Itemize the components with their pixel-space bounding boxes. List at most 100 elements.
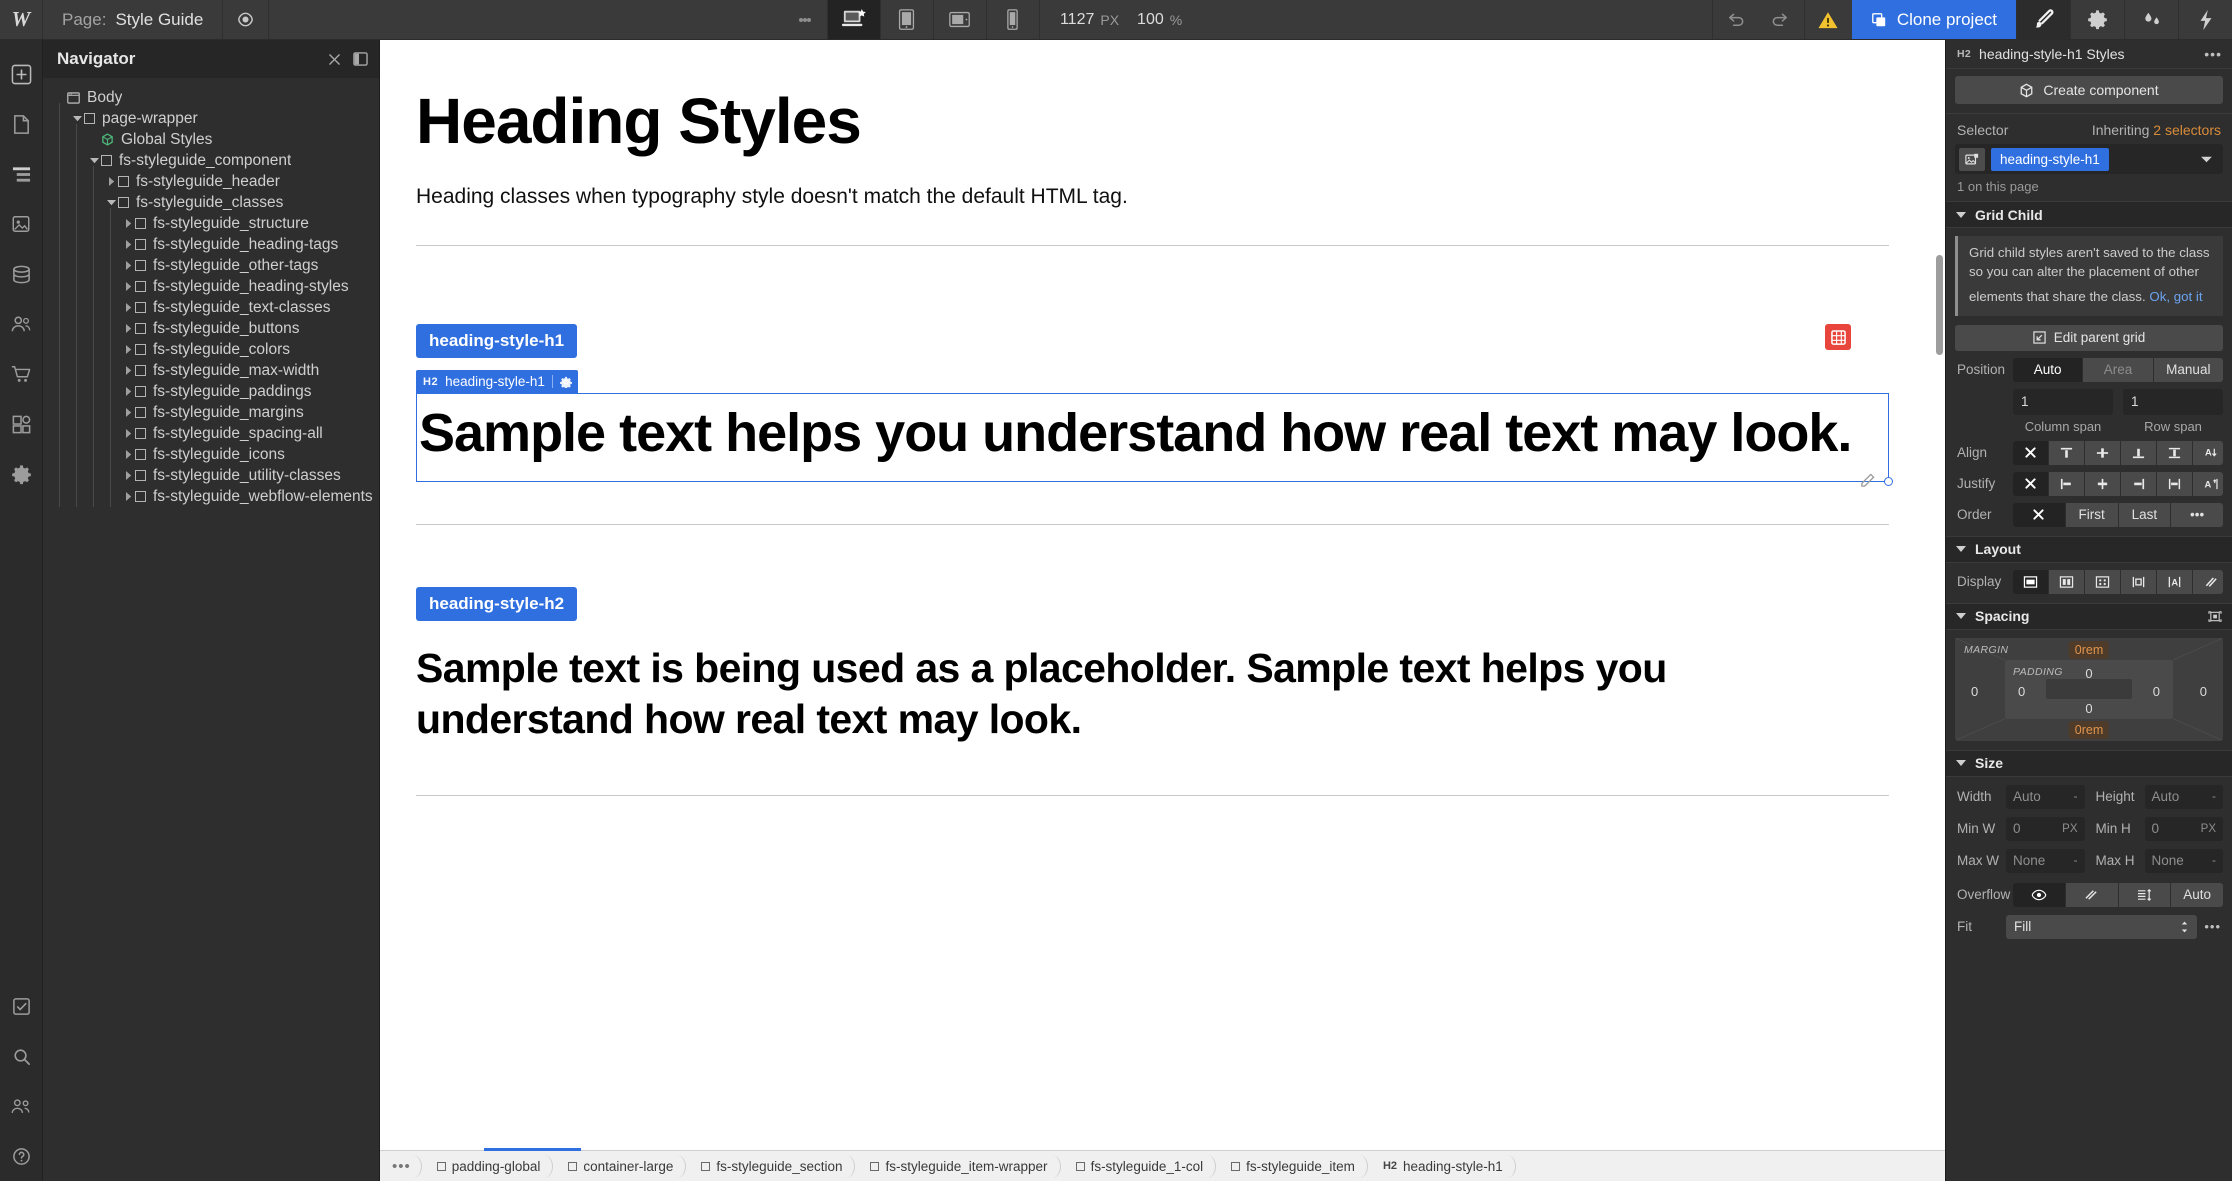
display-option-inline[interactable]: A — [2157, 569, 2193, 594]
element-icon[interactable] — [1959, 147, 1985, 171]
chevron-right-icon[interactable] — [121, 261, 135, 270]
create-component-button[interactable]: Create component — [1955, 76, 2223, 104]
align-option-none[interactable] — [2013, 440, 2049, 465]
canvas-scrollbar[interactable] — [1936, 255, 1943, 355]
undo-button[interactable] — [1711, 0, 1758, 39]
chevron-right-icon[interactable] — [121, 303, 135, 312]
cms-icon[interactable] — [0, 249, 43, 299]
margin-top-value[interactable]: 0rem — [2068, 640, 2110, 659]
chevron-down-icon[interactable] — [70, 115, 84, 122]
position-segmented-control[interactable]: Auto Area Manual — [2013, 357, 2223, 382]
display-option-flex[interactable] — [2049, 569, 2085, 594]
chevron-right-icon[interactable] — [121, 324, 135, 333]
grid-badge[interactable] — [1825, 324, 1851, 351]
justify-option-start[interactable] — [2049, 471, 2085, 496]
spacing-widget[interactable]: MARGIN PADDING 0rem 0rem 0 0 0 0 0 0 — [1955, 637, 2223, 741]
chevron-right-icon[interactable] — [121, 450, 135, 459]
max-width-input[interactable]: None - — [2006, 848, 2085, 873]
help-icon[interactable] — [0, 1131, 43, 1181]
align-segmented-control[interactable]: A — [2013, 440, 2223, 465]
overflow-option-auto[interactable]: Auto — [2171, 882, 2223, 907]
navigator-icon[interactable] — [0, 149, 43, 199]
resize-handle[interactable] — [1884, 476, 1893, 486]
page-selector[interactable]: Page: Style Guide — [43, 0, 224, 39]
warnings-button[interactable] — [1803, 0, 1852, 39]
tree-node[interactable]: page-wrapper — [43, 103, 379, 134]
section-size[interactable]: Size — [1946, 749, 2232, 777]
chevron-right-icon[interactable] — [121, 471, 135, 480]
overflow-option-hidden[interactable] — [2065, 882, 2119, 907]
display-option-grid[interactable] — [2085, 569, 2121, 594]
users-icon[interactable] — [0, 299, 43, 349]
tree-node[interactable]: fs-styleguide_webflow-elements — [43, 481, 379, 507]
margin-left-value[interactable]: 0 — [1971, 684, 1978, 699]
breadcrumb-item-selected[interactable]: H2 heading-style-h1 — [1367, 1151, 1516, 1181]
chevron-down-icon[interactable] — [104, 199, 118, 206]
chevron-right-icon[interactable] — [121, 429, 135, 438]
assets-icon[interactable] — [0, 199, 43, 249]
style-panel-tab[interactable] — [2016, 0, 2070, 39]
breadcrumb-item[interactable]: container-large — [552, 1151, 687, 1181]
margin-bottom-value[interactable]: 0rem — [2068, 720, 2110, 739]
breadcrumb-item[interactable]: fs-styleguide_1-col — [1060, 1151, 1216, 1181]
chevron-right-icon[interactable] — [121, 240, 135, 249]
more-horizontal-icon[interactable]: ••• — [2204, 919, 2223, 934]
gear-icon[interactable] — [559, 376, 572, 388]
padding-top-value[interactable]: 0 — [2085, 666, 2092, 681]
breadcrumb-item[interactable]: fs-styleguide_item — [1215, 1151, 1368, 1181]
chevron-right-icon[interactable] — [104, 177, 118, 186]
section-layout[interactable]: Layout — [1946, 535, 2232, 563]
close-icon[interactable] — [328, 53, 341, 66]
settings-panel-tab[interactable] — [2070, 0, 2124, 39]
chevron-right-icon[interactable] — [121, 219, 135, 228]
chevron-down-icon[interactable] — [2200, 155, 2219, 164]
padding-left-value[interactable]: 0 — [2018, 684, 2025, 699]
overflow-option-visible[interactable] — [2013, 882, 2066, 907]
breakpoint-tablet[interactable] — [879, 0, 933, 39]
viewport-zoom-display[interactable]: 1127 PX 100 % — [1038, 0, 1198, 39]
webflow-logo[interactable]: W — [0, 0, 43, 39]
class-pill-h1[interactable]: heading-style-h1 — [416, 324, 578, 359]
padding-bottom-value[interactable]: 0 — [2085, 701, 2092, 716]
redo-button[interactable] — [1758, 0, 1804, 39]
chevron-down-icon[interactable] — [87, 157, 101, 164]
chevron-right-icon[interactable] — [121, 387, 135, 396]
toolbar-more-button[interactable] — [783, 0, 827, 39]
breadcrumb-item[interactable]: fs-styleguide_section — [685, 1151, 856, 1181]
pencil-icon[interactable] — [1860, 473, 1875, 488]
selected-element-box[interactable]: Sample text helps you understand how rea… — [416, 393, 1893, 486]
chevron-right-icon[interactable] — [121, 408, 135, 417]
max-height-input[interactable]: None - — [2144, 848, 2223, 873]
search-icon[interactable] — [0, 1031, 43, 1081]
quick-actions-tab[interactable] — [2178, 0, 2232, 39]
align-option-stretch[interactable] — [2157, 440, 2193, 465]
overflow-segmented-control[interactable]: Auto — [2013, 882, 2223, 907]
ecommerce-icon[interactable] — [0, 349, 43, 399]
order-option-first[interactable]: First — [2065, 502, 2119, 527]
add-element-icon[interactable] — [0, 49, 43, 99]
design-canvas[interactable]: Heading Styles Heading classes when typo… — [380, 40, 1945, 1181]
order-option-last[interactable]: Last — [2118, 502, 2172, 527]
selector-chip[interactable]: heading-style-h1 — [1991, 147, 2109, 171]
justify-option-baseline[interactable]: A — [2193, 471, 2223, 496]
position-option-auto[interactable]: Auto — [2013, 357, 2084, 382]
order-option-more[interactable]: ••• — [2171, 502, 2223, 527]
order-option-none[interactable] — [2013, 502, 2066, 527]
chevron-right-icon[interactable] — [121, 366, 135, 375]
components-icon[interactable] — [0, 399, 43, 449]
breadcrumb-item[interactable]: padding-global — [421, 1151, 553, 1181]
people-icon[interactable] — [0, 1081, 43, 1131]
chevron-right-icon[interactable] — [121, 345, 135, 354]
edit-parent-grid-button[interactable]: Edit parent grid — [1955, 324, 2223, 351]
align-option-start[interactable] — [2049, 440, 2085, 465]
display-option-none[interactable] — [2193, 569, 2223, 594]
display-option-block[interactable] — [2013, 569, 2049, 594]
inheriting-label[interactable]: Inheriting 2 selectors — [2092, 122, 2221, 138]
tree-node[interactable]: Global Styles — [43, 124, 379, 155]
padding-right-value[interactable]: 0 — [2153, 684, 2160, 699]
breakpoint-desktop-large[interactable] — [826, 0, 880, 39]
display-segmented-control[interactable]: A — [2013, 569, 2223, 594]
fit-select[interactable]: Fill — [2006, 914, 2198, 939]
tree-node[interactable]: Body — [43, 87, 379, 108]
interactions-panel-tab[interactable] — [2124, 0, 2178, 39]
